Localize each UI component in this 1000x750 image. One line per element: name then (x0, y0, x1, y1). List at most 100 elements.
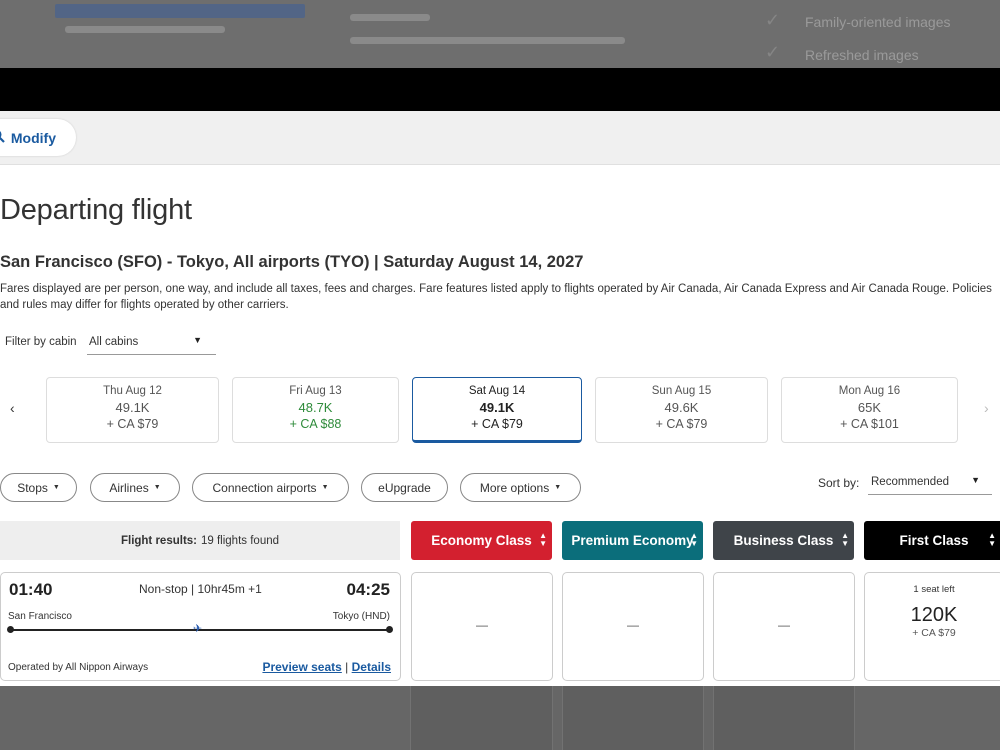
origin-city: San Francisco (8, 611, 72, 622)
flight-results-summary: Flight results: 19 flights found (0, 521, 400, 560)
sort-icon: ▲ ▼ (841, 531, 849, 548)
more-options-label: More options (479, 480, 550, 495)
details-link[interactable]: Details (352, 660, 391, 674)
check-icon: ✓ (765, 10, 781, 30)
date-points: 49.1K (115, 400, 150, 415)
date-points: 65K (857, 400, 882, 415)
stops-filter-label: Stops (17, 480, 48, 495)
caret-down-icon: ▼ (153, 484, 161, 491)
flight-summary: Non-stop | 10hr45m +1 (139, 582, 262, 596)
date-points: 48.7K (298, 400, 333, 415)
fare-cell-economy: — (411, 572, 553, 681)
cabin-filter-select[interactable]: All cabins ▼ (87, 330, 216, 355)
cabin-header-economy[interactable]: Economy Class ▲ ▼ (411, 521, 552, 560)
background-text: Refreshed images (805, 47, 919, 63)
background-column (713, 686, 855, 750)
cabin-name: Business Class (733, 533, 834, 548)
departure-time: 01:40 (9, 580, 53, 599)
caret-down-icon: ▼ (554, 484, 562, 491)
date-fee: + CA $79 (655, 417, 708, 431)
caret-down-icon: ▼ (52, 484, 60, 491)
airlines-filter-label: Airlines (109, 480, 149, 495)
date-label: Mon Aug 16 (838, 385, 901, 397)
results-label: Flight results: (120, 534, 197, 547)
modify-label: Modify (10, 129, 56, 146)
fare-disclaimer: Fares displayed are per person, one way,… (0, 283, 992, 311)
cabin-name: First Class (899, 533, 969, 548)
date-fee: + CA $88 (289, 417, 342, 431)
eupgrade-filter-label: eUpgrade (378, 480, 431, 495)
fare-cell-first[interactable]: 1 seat left 120K + CA $79 (864, 572, 1000, 681)
sort-value: Recommended (871, 476, 949, 488)
chevron-left-icon[interactable]: ‹ (10, 400, 15, 416)
date-card-sun-aug-15[interactable]: Sun Aug 15 49.6K + CA $79 (595, 377, 768, 443)
fare-cell-premium-economy: — (562, 572, 704, 681)
date-card-thu-aug-12[interactable]: Thu Aug 12 49.1K + CA $79 (46, 377, 219, 443)
cabin-header-premium-economy[interactable]: Premium Economy ▲ ▼ (562, 521, 703, 560)
caret-down-icon: ▼ (971, 475, 980, 485)
cabin-header-first[interactable]: First Class ▲ ▼ (864, 521, 1000, 560)
eupgrade-filter-button[interactable]: eUpgrade (361, 473, 448, 502)
background-column (410, 686, 553, 750)
background-text: Family-oriented images (805, 14, 951, 30)
date-card-sat-aug-14[interactable]: Sat Aug 14 49.1K + CA $79 (412, 377, 582, 443)
more-options-button[interactable]: More options ▼ (460, 473, 581, 502)
airplane-icon: ✈ (193, 623, 203, 635)
seats-left: 1 seat left (913, 584, 955, 595)
fare-cell-business: — (713, 572, 855, 681)
cabin-name: Economy Class (431, 533, 532, 548)
date-card-fri-aug-13[interactable]: Fri Aug 13 48.7K + CA $88 (232, 377, 399, 443)
origin-dot (7, 626, 14, 633)
fare-points: 120K (910, 604, 958, 626)
date-points: 49.1K (479, 400, 515, 415)
flight-selection-sheet: Modify Departing flight San Francisco (S… (0, 111, 1000, 686)
check-icon: ✓ (765, 42, 781, 62)
date-label: Thu Aug 12 (103, 385, 162, 397)
background-link (55, 4, 305, 18)
date-fee: + CA $101 (840, 417, 899, 431)
date-label: Sat Aug 14 (468, 385, 526, 397)
background-column (562, 686, 704, 750)
destination-city: Tokyo (HND) (332, 611, 390, 622)
cabin-header-business[interactable]: Business Class ▲ ▼ (713, 521, 854, 560)
background-line (350, 14, 430, 21)
fare-unavailable: — (627, 618, 639, 632)
flight-links: Preview seats | Details (262, 660, 391, 674)
cabin-filter-label: Filter by cabin (5, 336, 77, 348)
fare-fee: + CA $79 (912, 627, 956, 639)
sort-label: Sort by: (818, 476, 860, 490)
caret-down-icon: ▼ (193, 335, 202, 345)
route-heading: San Francisco (SFO) - Tokyo, All airport… (0, 253, 584, 271)
overlay-band (0, 68, 1000, 111)
sort-icon: ▲ ▼ (539, 531, 547, 548)
page-title: Departing flight (0, 194, 192, 226)
date-card-mon-aug-16[interactable]: Mon Aug 16 65K + CA $101 (781, 377, 958, 443)
fare-unavailable: — (778, 618, 790, 632)
sort-icon: ▲ ▼ (690, 531, 698, 548)
operated-by: Operated by All Nippon Airways (8, 662, 149, 673)
destination-dot (386, 626, 393, 633)
fare-unavailable: — (476, 618, 488, 632)
background-page-top: ✓ Family-oriented images ✓ Refreshed ima… (0, 0, 1000, 68)
connection-filter-label: Connection airports (212, 480, 317, 495)
search-icon (0, 129, 5, 147)
date-fee: + CA $79 (106, 417, 159, 431)
sort-select[interactable]: Recommended ▼ (868, 470, 992, 495)
preview-seats-link[interactable]: Preview seats (262, 660, 341, 674)
cabin-filter-value: All cabins (89, 336, 139, 348)
modify-button[interactable]: Modify (0, 119, 76, 156)
stops-filter-button[interactable]: Stops ▼ (0, 473, 77, 502)
date-points: 49.6K (664, 400, 699, 415)
screen: ✓ Family-oriented images ✓ Refreshed ima… (0, 0, 1000, 750)
flight-row: 01:40 Non-stop | 10hr45m +1 04:25 San Fr… (0, 572, 401, 681)
sort-icon: ▲ ▼ (988, 531, 996, 548)
link-separator: | (345, 660, 349, 674)
airlines-filter-button[interactable]: Airlines ▼ (90, 473, 180, 502)
date-fee: + CA $79 (471, 417, 523, 431)
date-label: Fri Aug 13 (289, 385, 342, 397)
results-count: 19 flights found (201, 534, 280, 547)
chevron-right-icon[interactable]: › (984, 400, 989, 416)
modify-bar: Modify (0, 111, 1000, 165)
connection-airports-filter-button[interactable]: Connection airports ▼ (192, 473, 349, 502)
background-page-bottom (0, 686, 1000, 750)
